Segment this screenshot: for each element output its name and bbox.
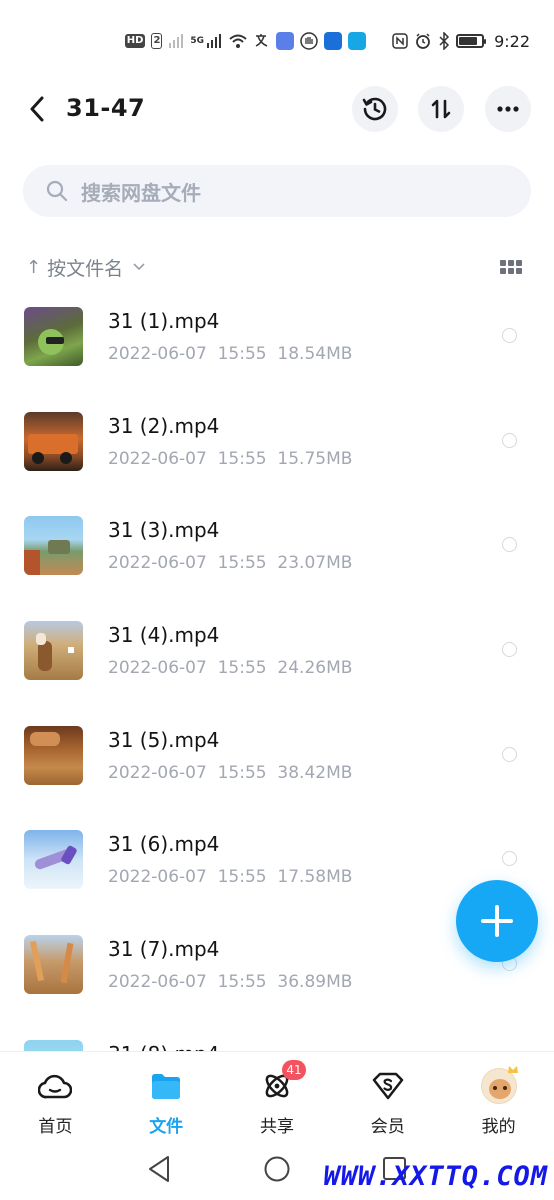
tab-label: 我的 [481, 1117, 516, 1137]
file-name: 31 (6).mp4 [108, 832, 220, 857]
crown-icon [507, 1066, 518, 1073]
header: 31-47 [0, 80, 554, 140]
tab-label: 会员 [370, 1117, 405, 1137]
file-name: 31 (4).mp4 [108, 623, 220, 648]
select-checkbox[interactable] [502, 328, 517, 343]
grid-view-icon[interactable] [500, 260, 522, 274]
file-meta: 2022-06-07 15:55 18.54MB [108, 344, 353, 364]
network-type: 5G [190, 36, 205, 46]
video-thumbnail [24, 1039, 83, 1051]
cloud-home-icon [37, 1068, 73, 1104]
diamond-s-icon [370, 1068, 406, 1104]
nav-home-icon[interactable] [263, 1155, 291, 1183]
search-app-icon [348, 32, 367, 50]
share-orbit-icon: 41 [259, 1060, 306, 1104]
status-bar: HD 2 5G 9:22 [0, 0, 554, 80]
file-meta: 2022-06-07 15:55 38.42MB [108, 762, 353, 783]
file-name: 31 (7).mp4 [108, 937, 220, 962]
select-checkbox[interactable] [502, 746, 517, 762]
search-input[interactable]: 搜索网盘文件 [23, 165, 531, 217]
video-thumbnail [24, 725, 83, 785]
battery-icon [456, 34, 487, 48]
list-item[interactable]: 31 (3).mp4 2022-06-07 15:55 23.07MB [0, 498, 554, 603]
select-checkbox[interactable] [502, 642, 517, 658]
sort-bar: ↑ 按文件名 [26, 252, 526, 282]
history-icon [362, 97, 387, 121]
watermark: WWW.XXTTQ.COM [323, 1161, 548, 1192]
translate-icon [255, 34, 268, 47]
list-item[interactable]: 31 (1).mp4 2022-06-07 15:55 18.54MB [0, 289, 554, 394]
transfer-icon [431, 99, 451, 119]
select-checkbox[interactable] [502, 537, 517, 553]
tab-label: 文件 [149, 1117, 184, 1137]
page-title: 31-47 [66, 94, 146, 122]
transfer-button[interactable] [418, 86, 464, 132]
tab-label: 首页 [38, 1117, 73, 1137]
sort-label[interactable]: 按文件名 [47, 254, 123, 281]
file-meta: 2022-06-07 15:55 36.89MB [108, 972, 353, 993]
file-name: 31 (5).mp4 [108, 727, 220, 752]
alarm-icon [416, 33, 430, 49]
file-name: 31 (1).mp4 [108, 309, 220, 333]
file-name: 31 (3).mp4 [108, 518, 220, 543]
list-item[interactable]: 31 (8).mp4 [0, 1022, 554, 1051]
tab-membership[interactable]: 会员 [332, 1052, 443, 1148]
sim-icon: 2 [151, 33, 163, 49]
back-arrow-icon [30, 96, 44, 122]
tab-label: 共享 [259, 1117, 294, 1137]
select-checkbox[interactable] [502, 851, 517, 867]
system-nav-bar: WWW.XXTTQ.COM [0, 1147, 554, 1200]
video-thumbnail [24, 935, 83, 995]
video-thumbnail [24, 307, 83, 366]
add-button[interactable] [456, 880, 538, 962]
tab-me[interactable]: 我的 [443, 1052, 554, 1148]
notification-badge: 41 [281, 1060, 306, 1080]
video-thumbnail [24, 830, 83, 890]
back-button[interactable] [20, 92, 54, 126]
chevron-down-icon[interactable] [133, 261, 145, 273]
signal-icon [207, 34, 222, 48]
video-thumbnail [24, 411, 83, 471]
plus-icon [481, 905, 513, 937]
video-thumbnail [24, 621, 83, 681]
list-item[interactable]: 31 (5).mp4 2022-06-07 15:55 38.42MB [0, 708, 554, 813]
bottom-tab-bar: 首页 文件 41 共享 会员 我的 [0, 1051, 554, 1148]
history-button[interactable] [352, 86, 398, 132]
hd-icon: HD [124, 34, 146, 48]
file-name: 31 (8).mp4 [108, 1042, 219, 1051]
search-icon [45, 179, 69, 203]
select-checkbox[interactable] [502, 432, 517, 448]
clock: 9:22 [494, 31, 530, 51]
nfc-icon [392, 33, 408, 49]
file-meta: 2022-06-07 15:55 17.58MB [108, 867, 353, 888]
tab-share[interactable]: 41 共享 [222, 1052, 333, 1148]
avatar-wrap [480, 1066, 518, 1104]
nav-back-icon[interactable] [146, 1155, 172, 1183]
cloud-app-icon [324, 32, 343, 50]
video-thumbnail [24, 516, 83, 576]
tab-files[interactable]: 文件 [111, 1052, 222, 1148]
signal-icon [169, 34, 184, 48]
folder-icon [148, 1068, 184, 1104]
bluetooth-icon [439, 32, 450, 50]
file-meta: 2022-06-07 15:55 23.07MB [108, 553, 353, 574]
list-item[interactable]: 31 (4).mp4 2022-06-07 15:55 24.26MB [0, 603, 554, 708]
sort-direction-icon[interactable]: ↑ [26, 257, 41, 278]
list-item[interactable]: 31 (2).mp4 2022-06-07 15:55 15.75MB [0, 394, 554, 499]
file-meta: 2022-06-07 15:55 15.75MB [108, 448, 353, 469]
hand-icon [300, 32, 318, 50]
search-placeholder: 搜索网盘文件 [81, 180, 201, 205]
file-meta: 2022-06-07 15:55 24.26MB [108, 658, 353, 679]
more-icon [497, 106, 519, 112]
file-name: 31 (2).mp4 [108, 413, 220, 438]
app-icon [276, 32, 295, 50]
wifi-icon [229, 34, 247, 48]
tab-home[interactable]: 首页 [0, 1052, 111, 1148]
status-icons: HD 2 5G 9:22 [124, 30, 530, 52]
more-button[interactable] [485, 86, 531, 132]
